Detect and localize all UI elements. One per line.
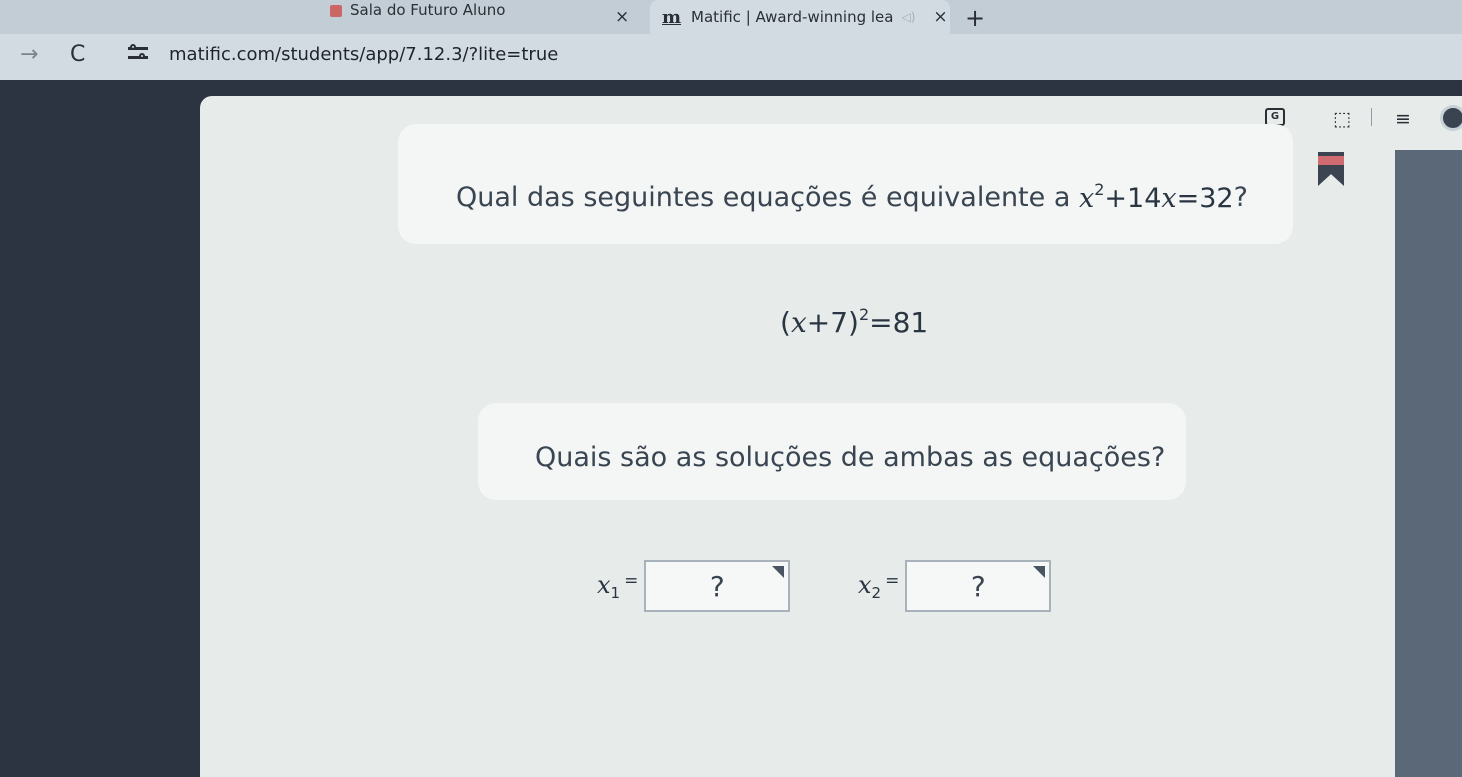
answer-placeholder: ?: [970, 569, 986, 603]
close-icon[interactable]: ×: [933, 7, 947, 27]
answer-variable: x1: [597, 570, 621, 602]
reload-button[interactable]: C: [70, 42, 85, 67]
question-bubble: Qual das seguintes equações é equivalent…: [398, 124, 1293, 244]
prompt-text: Quais são as soluções de ambas as equaçõ…: [535, 442, 1166, 473]
tab-sala-do-futuro[interactable]: Sala do Futuro Aluno ×: [330, 0, 640, 34]
reading-list-icon[interactable]: ≡: [1395, 108, 1411, 130]
question-text: Qual das seguintes equações é equivalent…: [456, 181, 1071, 213]
url-field[interactable]: matific.com/students/app/7.12.3/?lite=tr…: [169, 44, 558, 65]
answer-placeholder: ?: [709, 569, 725, 603]
address-bar: → C matific.com/students/app/7.12.3/?lit…: [0, 34, 1462, 80]
question-expression: x2+14x=32: [1078, 180, 1234, 214]
tab-matific[interactable]: m Matific | Award-winning lea ◁) ×: [650, 0, 950, 34]
tab-title: Matific | Award-winning lea: [691, 8, 894, 26]
tab-title: Sala do Futuro Aluno: [350, 1, 506, 19]
site-info-icon[interactable]: [128, 42, 148, 64]
answer-dropdown-x2[interactable]: ?: [905, 560, 1052, 612]
toolbar-divider: [1371, 108, 1372, 126]
dropdown-arrow-icon: [772, 566, 785, 578]
profile-avatar[interactable]: [1440, 105, 1462, 131]
dropdown-arrow-icon: [1033, 566, 1046, 578]
answer-x1: x1 = ?: [597, 560, 791, 612]
close-icon[interactable]: ×: [615, 7, 629, 27]
tab-favicon: [330, 5, 342, 17]
equals-sign: =: [624, 571, 639, 591]
answer-x2: x2 = ?: [858, 560, 1052, 612]
matific-logo-icon: m: [662, 6, 682, 28]
answer-variable: x2: [858, 570, 882, 602]
equation: (x+7)2=81: [780, 305, 929, 339]
answer-dropdown-x1[interactable]: ?: [644, 560, 791, 612]
tab-bar: Sala do Futuro Aluno × m Matific | Award…: [0, 0, 1462, 34]
question-suffix: ?: [1233, 181, 1248, 213]
audio-icon[interactable]: ◁): [901, 10, 915, 24]
new-tab-button[interactable]: +: [965, 4, 985, 32]
prompt-bubble: Quais são as soluções de ambas as equaçõ…: [478, 403, 1186, 500]
equals-sign: =: [885, 571, 900, 591]
page-edge: [1395, 150, 1462, 777]
forward-button[interactable]: →: [20, 42, 38, 67]
bookmark-icon[interactable]: ⬚: [1333, 108, 1351, 130]
